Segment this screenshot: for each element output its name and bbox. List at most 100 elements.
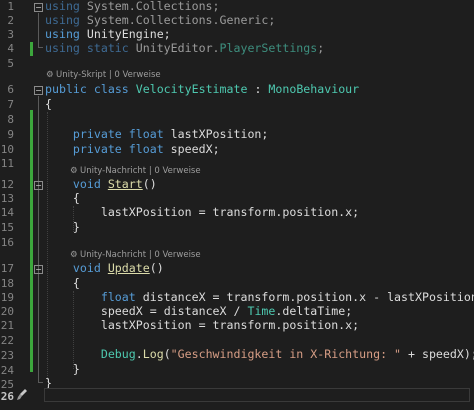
line-number: 6 <box>7 83 14 96</box>
token-type: PlayerSettings <box>219 41 318 55</box>
token-keyword: private <box>72 127 122 141</box>
line-number: 24 <box>0 364 14 377</box>
quick-action-brush-icon[interactable] <box>16 388 28 402</box>
token-keyword: class <box>93 82 129 96</box>
codelens-start[interactable]: ⚙ Unity-Nachricht | 0 Verweise <box>70 166 201 177</box>
token-field: lastXPosition <box>100 205 192 219</box>
token-punct: . <box>212 41 220 55</box>
fold-guide-end <box>38 382 43 383</box>
token-punct: ; <box>163 27 171 41</box>
codelens-text: Unity-Nachricht | 0 Verweise <box>80 250 201 260</box>
line-number: 7 <box>7 98 14 111</box>
codelens-text: Unity-Skript | 0 Verweise <box>56 70 161 80</box>
line-number: 16 <box>0 236 14 249</box>
token-class-name: VelocityEstimate <box>135 82 248 96</box>
token-keyword: void <box>72 177 101 191</box>
token-field: speedX <box>170 142 213 156</box>
line-number: 15 <box>0 221 14 234</box>
token-member: deltaTime <box>282 304 346 318</box>
line-number: 20 <box>0 305 14 318</box>
token-operator: / <box>233 304 241 318</box>
token-local: distanceX <box>163 304 227 318</box>
token-keyword: float <box>128 127 164 141</box>
token-punct: { <box>72 276 80 290</box>
token-type: Time <box>247 304 276 318</box>
change-bar <box>30 110 33 372</box>
code-line[interactable]: void Update() <box>45 261 164 275</box>
line-number: 18 <box>0 277 14 290</box>
line-number: 23 <box>0 349 14 362</box>
code-line[interactable]: Debug.Log("Geschwindigkeit in X-Richtung… <box>45 347 474 361</box>
fold-guide <box>38 96 39 382</box>
token-punct: : <box>254 82 262 96</box>
current-line-highlight[interactable] <box>44 388 470 402</box>
token-namespace: UnityEngine <box>86 27 164 41</box>
token-punct: ; <box>317 41 325 55</box>
token-field: speedX <box>100 304 143 318</box>
code-line[interactable]: { <box>45 191 80 205</box>
token-keyword: using <box>45 41 80 55</box>
code-line[interactable]: { <box>45 276 80 290</box>
line-number: 2 <box>7 14 14 27</box>
token-punct: ; <box>268 13 276 27</box>
token-method: Start <box>107 177 143 191</box>
line-number: 11 <box>0 157 14 170</box>
line-number: 5 <box>7 57 14 70</box>
token-keyword: using <box>45 0 80 13</box>
token-punct: () <box>149 261 164 275</box>
line-number-active: 26 <box>0 390 14 403</box>
code-line[interactable]: } <box>45 220 80 234</box>
token-operator: + <box>408 347 415 361</box>
token-punct: ; <box>352 205 360 219</box>
code-line[interactable]: speedX = distanceX / Time.deltaTime; <box>45 304 352 318</box>
token-field: speedX <box>421 347 464 361</box>
line-number: 1 <box>7 0 14 13</box>
code-line[interactable]: private float lastXPosition; <box>45 127 268 141</box>
code-editor[interactable]: 1 2 3 4 5 6 7 8 9 10 11 12 13 14 15 16 1… <box>0 0 474 410</box>
line-number: 13 <box>0 192 14 205</box>
token-keyword: float <box>100 290 136 304</box>
line-number: 14 <box>0 206 14 219</box>
line-number: 9 <box>7 128 14 141</box>
token-field: lastXPosition <box>387 290 474 304</box>
token-member-access: transform.position.x <box>212 205 353 219</box>
token-punct: ( <box>163 347 171 361</box>
code-line[interactable]: private float speedX; <box>45 142 220 156</box>
token-operator: - <box>373 290 381 304</box>
token-punct: ) <box>463 347 471 361</box>
codelens-class[interactable]: ⚙ Unity-Skript | 0 Verweise <box>46 70 161 81</box>
code-line[interactable]: using UnityEngine; <box>45 27 171 41</box>
token-punct: } <box>72 362 80 376</box>
token-keyword: static <box>86 41 129 55</box>
code-line[interactable]: public class VelocityEstimate : MonoBeha… <box>45 82 359 96</box>
token-local: distanceX <box>142 290 206 304</box>
token-keyword: float <box>128 142 164 156</box>
code-line[interactable]: using static UnityEditor.PlayerSettings; <box>45 41 324 55</box>
token-operator: = <box>198 318 206 332</box>
token-namespace: UnityEditor <box>135 41 213 55</box>
line-number: 17 <box>0 262 14 275</box>
code-line[interactable]: { <box>45 97 52 111</box>
token-punct: ; <box>212 142 220 156</box>
collapse-minus-icon[interactable]: − <box>34 181 43 190</box>
code-line[interactable]: lastXPosition = transform.position.x; <box>45 318 359 332</box>
line-number: 8 <box>7 113 14 126</box>
code-line[interactable]: lastXPosition = transform.position.x; <box>45 205 359 219</box>
code-line[interactable]: void Start() <box>45 177 157 191</box>
code-line[interactable]: using System.Collections.Generic; <box>45 13 275 27</box>
collapse-minus-icon[interactable]: − <box>34 265 43 274</box>
codelens-update[interactable]: ⚙ Unity-Nachricht | 0 Verweise <box>70 250 201 261</box>
code-line[interactable]: float distanceX = transform.position.x -… <box>45 290 474 304</box>
token-operator: = <box>198 205 206 219</box>
token-type: Debug <box>100 347 136 361</box>
collapse-minus-icon[interactable]: − <box>34 86 43 95</box>
token-keyword: using <box>45 13 80 27</box>
token-keyword: private <box>72 142 122 156</box>
code-line[interactable]: } <box>45 362 80 376</box>
token-punct: ; <box>352 318 360 332</box>
collapse-minus-icon[interactable]: − <box>34 3 43 12</box>
code-line[interactable]: using System.Collections; <box>45 0 220 13</box>
token-punct: { <box>45 97 52 111</box>
line-number: 19 <box>0 291 14 304</box>
token-operator: = <box>212 290 220 304</box>
